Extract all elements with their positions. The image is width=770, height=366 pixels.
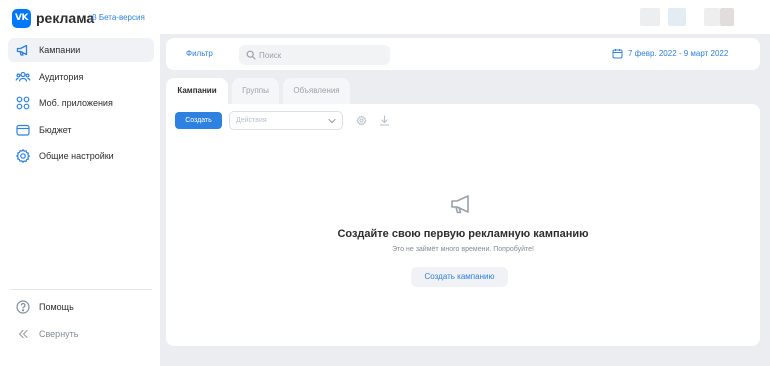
sidebar-item-audience[interactable]: Аудитория xyxy=(8,65,154,89)
download-button[interactable] xyxy=(375,111,394,130)
sidebar-item-label: Общие настройки xyxy=(39,151,114,161)
filter-button[interactable]: Фильтр xyxy=(186,48,213,60)
brand-title: реклама xyxy=(36,10,95,26)
sidebar-item-collapse[interactable]: Свернуть xyxy=(8,322,154,346)
gear-icon xyxy=(356,115,367,126)
search-input[interactable] xyxy=(259,48,384,62)
calendar-icon xyxy=(612,49,623,59)
header-blurred-element[interactable] xyxy=(668,8,686,26)
header-blurred-element[interactable] xyxy=(704,8,720,26)
apps-grid-icon xyxy=(16,96,30,110)
download-icon xyxy=(379,115,390,126)
empty-state-subtitle: Это не займёт много времени. Попробуйте! xyxy=(392,246,534,253)
sidebar-item-label: Моб. приложения xyxy=(39,98,113,108)
sidebar-item-settings[interactable]: Общие настройки xyxy=(8,144,154,168)
filter-bar: Фильтр 7 февр. 2022 - 9 март 2022 xyxy=(166,38,760,70)
megaphone-icon xyxy=(16,44,28,56)
beta-badge: β Бета-версия xyxy=(92,13,145,22)
gear-icon xyxy=(15,148,31,164)
create-button[interactable]: Создать xyxy=(175,112,222,129)
chevron-down-icon xyxy=(328,118,336,124)
sidebar-item-help[interactable]: Помощь xyxy=(8,295,154,319)
sidebar-item-label: Кампании xyxy=(39,45,81,55)
sidebar: Кампании Аудитория Моб. приложения Бюдже… xyxy=(0,34,160,366)
search-icon xyxy=(246,50,256,60)
sidebar-item-label: Бюджет xyxy=(39,125,72,135)
sidebar-item-label: Помощь xyxy=(39,302,74,312)
sidebar-divider xyxy=(10,289,152,290)
tab-groups[interactable]: Группы xyxy=(232,78,279,104)
sidebar-item-label: Аудитория xyxy=(39,72,84,82)
actions-dropdown[interactable]: Действия xyxy=(229,111,343,130)
date-range-text: 7 февр. 2022 - 9 март 2022 xyxy=(628,49,729,58)
wallet-icon xyxy=(16,124,30,136)
tab-campaigns[interactable]: Кампании xyxy=(166,78,228,104)
campaigns-panel: Создать Действия Создайте свою первую ре… xyxy=(166,104,760,346)
sidebar-item-mobile-apps[interactable]: Моб. приложения xyxy=(8,91,154,115)
create-campaign-button[interactable]: Создать кампанию xyxy=(411,267,508,287)
sidebar-item-label: Свернуть xyxy=(39,329,79,339)
settings-button[interactable] xyxy=(352,111,371,130)
header-blurred-element[interactable] xyxy=(640,8,660,26)
top-header: VK реклама β Бета-версия xyxy=(0,0,770,34)
empty-state-title: Создайте свою первую рекламную кампанию xyxy=(337,228,589,240)
header-blurred-element[interactable] xyxy=(720,8,734,26)
help-icon xyxy=(16,300,30,314)
users-icon xyxy=(15,71,31,82)
search-box[interactable] xyxy=(239,45,390,65)
actions-placeholder: Действия xyxy=(236,117,267,124)
date-range-picker[interactable]: 7 февр. 2022 - 9 март 2022 xyxy=(612,47,740,61)
sidebar-item-campaigns[interactable]: Кампании xyxy=(8,38,154,62)
sidebar-item-budget[interactable]: Бюджет xyxy=(8,118,154,142)
megaphone-icon xyxy=(451,195,469,214)
collapse-icon xyxy=(18,329,28,339)
tab-ads[interactable]: Объявления xyxy=(283,78,350,104)
vk-logo[interactable]: VK xyxy=(12,9,31,28)
main-area: Фильтр 7 февр. 2022 - 9 март 2022 Кампан… xyxy=(160,34,770,366)
